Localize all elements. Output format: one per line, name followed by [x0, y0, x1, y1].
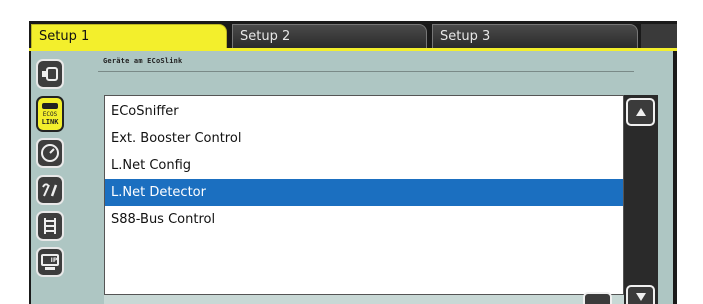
svg-text:ECOS: ECOS — [43, 111, 58, 118]
sidebar-item-track[interactable] — [36, 211, 64, 241]
ecos-screen: Setup 1 Setup 2 Setup 3 ECOS LINK IP Ger… — [29, 21, 677, 304]
sidebar-item-gauge[interactable] — [36, 138, 64, 168]
heading-divider — [98, 71, 634, 72]
svg-text:IP: IP — [51, 257, 58, 264]
device-list[interactable]: ECoSniffer Ext. Booster Control L.Net Co… — [104, 95, 624, 295]
list-item[interactable]: Ext. Booster Control — [105, 125, 623, 152]
scrollbar[interactable] — [624, 95, 658, 304]
scroll-up-button[interactable] — [626, 98, 655, 126]
sidebar-item-ip-network[interactable]: IP — [36, 247, 64, 277]
list-item[interactable]: ECoSniffer — [105, 98, 623, 125]
ecoslink-icon: ECOS LINK — [42, 103, 60, 126]
tab-setup-2[interactable]: Setup 2 — [232, 24, 427, 48]
list-item[interactable]: L.Net Config — [105, 152, 623, 179]
gauge-icon — [41, 144, 59, 162]
track-ladder-icon — [44, 218, 56, 234]
list-item-selected[interactable]: L.Net Detector — [105, 179, 623, 206]
tab-setup-1[interactable]: Setup 1 — [31, 24, 227, 48]
tab-setup-3[interactable]: Setup 3 — [432, 24, 638, 48]
section-heading: Geräte am ECoSlink — [103, 57, 183, 65]
list-item[interactable]: S88-Bus Control — [105, 206, 623, 233]
triangle-up-icon — [635, 108, 646, 116]
content-panel: ECOS LINK IP Geräte am ECoSlink ECoSniff… — [31, 51, 673, 304]
wrench-tools-icon — [42, 183, 58, 197]
sidebar-item-ecoslink[interactable]: ECOS LINK — [36, 96, 64, 132]
locomotive-connector-icon — [42, 67, 58, 81]
scroll-down-button[interactable] — [626, 285, 655, 304]
tab-bar-filler — [641, 24, 677, 48]
sidebar-item-tools[interactable] — [36, 175, 64, 205]
edit-button[interactable] — [583, 292, 612, 304]
list-footer — [104, 295, 624, 304]
sidebar-item-locomotive-connector[interactable] — [36, 59, 64, 89]
ip-network-icon: IP — [41, 254, 59, 270]
triangle-down-icon — [635, 293, 646, 301]
svg-text:LINK: LINK — [42, 118, 60, 126]
